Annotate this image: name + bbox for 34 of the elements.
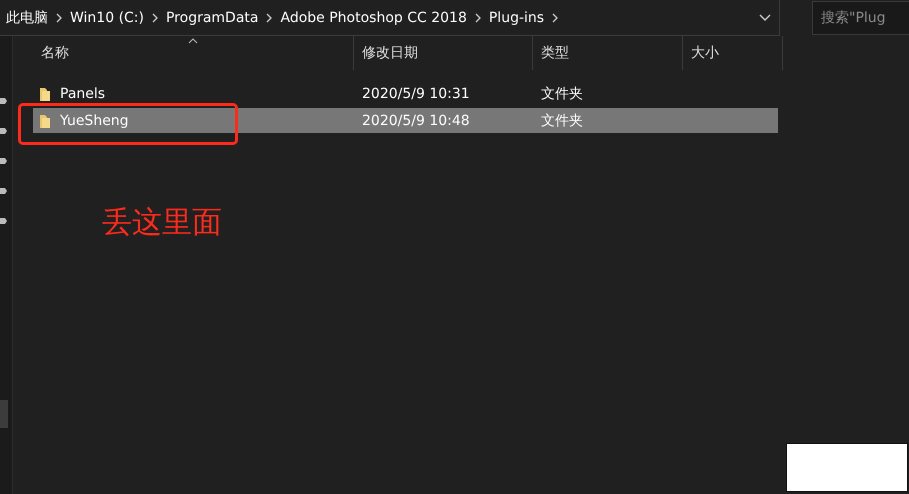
breadcrumb-item[interactable]: Adobe Photoshop CC 2018	[280, 10, 467, 26]
breadcrumb-item[interactable]: Plug-ins	[488, 10, 544, 26]
pin-icon[interactable]	[0, 186, 7, 196]
search-field[interactable]: 搜索"Plug	[812, 1, 909, 35]
breadcrumb-item[interactable]: Win10 (C:)	[70, 10, 144, 26]
chevron-icon[interactable]	[265, 12, 274, 22]
type-cell-text: 文件夹	[540, 84, 584, 102]
pin-icon[interactable]	[0, 156, 7, 166]
file-name: YueSheng	[60, 112, 129, 128]
dropdown-icon[interactable]	[759, 14, 771, 22]
breadcrumb-item[interactable]: 此电脑	[6, 8, 48, 26]
date-cell-text: 2020/5/9 10:48	[361, 112, 471, 128]
file-name: Panels	[60, 86, 106, 102]
file-row[interactable]: Panels 2020/5/9 10:31 文件夹	[33, 81, 778, 106]
chevron-icon[interactable]	[55, 12, 63, 22]
chevron-icon[interactable]	[150, 12, 159, 22]
sort-caret-icon	[188, 38, 198, 44]
pin-icon[interactable]	[0, 96, 7, 106]
scrollbar-thumb[interactable]	[0, 400, 8, 428]
date-cell-text: 2020/5/9 10:31	[361, 86, 471, 102]
file-row[interactable]: YueSheng 2020/5/9 10:48 文件夹	[33, 108, 778, 133]
column-header[interactable]: 修改日期	[354, 36, 533, 70]
chevron-icon[interactable]	[551, 12, 560, 22]
annotation-text: 丢这里面	[102, 204, 222, 242]
breadcrumb-item[interactable]: ProgramData	[166, 10, 258, 26]
pin-icon[interactable]	[0, 216, 7, 226]
type-cell-text: 文件夹	[540, 112, 584, 130]
chevron-icon[interactable]	[474, 12, 482, 22]
pin-icon[interactable]	[0, 126, 7, 136]
folder-icon	[39, 86, 51, 102]
column-header[interactable]: 大小	[683, 36, 783, 70]
column-header[interactable]: 名称	[33, 36, 354, 70]
column-header[interactable]: 类型	[533, 36, 683, 70]
folder-icon	[39, 112, 51, 128]
